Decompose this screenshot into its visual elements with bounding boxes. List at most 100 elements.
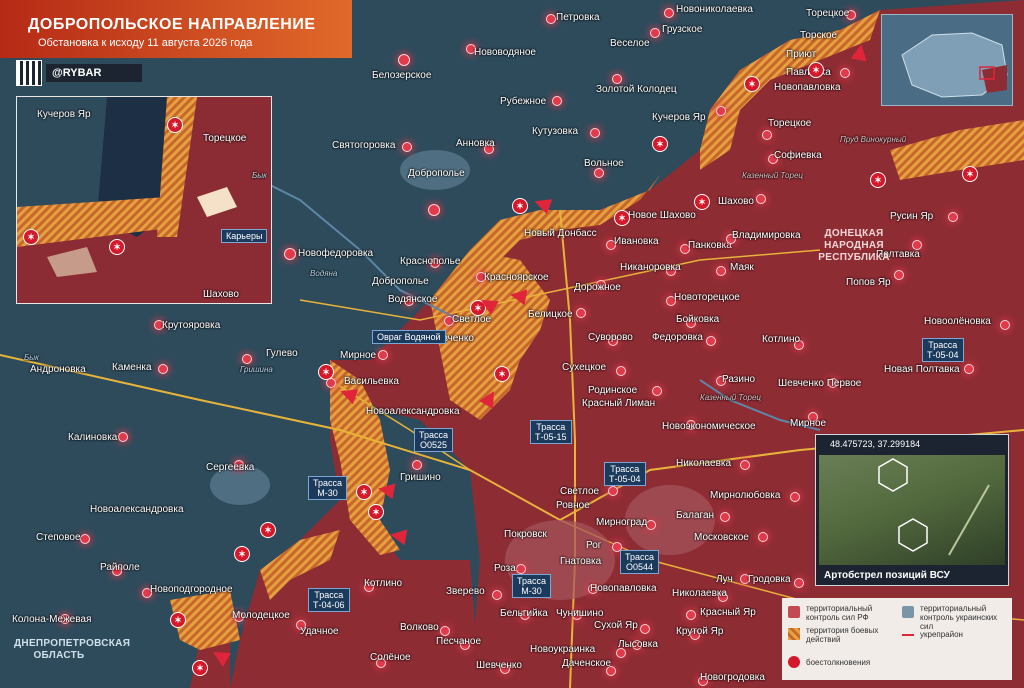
photo-panel[interactable]: 48.475723, 37.299184 Артобстрел позиций … (815, 434, 1009, 586)
photo-markers (878, 458, 990, 556)
city-label: Маяк (730, 262, 754, 273)
highway-code: О0544 (625, 562, 654, 572)
city-marker (640, 624, 650, 634)
river-label: Бык (252, 171, 267, 180)
highway-o0525: Трасса О0525 (414, 428, 454, 452)
legend-swatch-clash (788, 656, 800, 668)
city-label: Котлино (364, 578, 403, 589)
city-label: Доброполье (408, 168, 465, 179)
city-label: Васильевка (344, 376, 399, 387)
city-label: Бельгийка (500, 608, 548, 619)
city-marker (412, 460, 422, 470)
city-marker (664, 8, 674, 18)
city-marker (552, 96, 562, 106)
highway-code: М-30 (317, 488, 338, 498)
city-label: Новоукраинка (530, 644, 596, 655)
river-label: Казенный Торец (700, 393, 761, 402)
city-label: Гнатовка (560, 556, 602, 567)
clash-icon: ✶ (494, 366, 510, 382)
city-label: Новоторецкое (674, 292, 740, 303)
attack-arrow-icon (508, 286, 528, 306)
city-marker (758, 532, 768, 542)
city-label: Гродовка (748, 574, 791, 585)
legend-swatch-ru (788, 606, 800, 618)
city-marker (740, 460, 750, 470)
city-marker (158, 364, 168, 374)
highway-t0406: Трасса Т-04-06 (308, 588, 350, 612)
highway-label: Трасса (625, 552, 655, 562)
city-label: Лысовка (618, 639, 658, 650)
city-label: Луч (716, 574, 733, 585)
city-marker (650, 28, 660, 38)
city-label: Русин Яр (890, 211, 934, 222)
city-marker (686, 610, 696, 620)
city-label: Новоалександровка (366, 406, 460, 417)
city-marker (720, 512, 730, 522)
city-marker (652, 386, 662, 396)
brand-badge[interactable]: @RYBAR (46, 64, 142, 82)
city-label: Колона-Межевая (12, 614, 92, 625)
city-label: Рубежное (500, 96, 547, 107)
legend-combat: территория боевых действий (806, 626, 879, 644)
city-marker (716, 106, 726, 116)
city-label: Ровное (556, 500, 590, 511)
city-label: Рог (586, 540, 602, 551)
highway-m30-south: Трасса М-30 (512, 574, 552, 598)
city-label: Панковка (688, 240, 732, 251)
city-label: Покровск (504, 529, 547, 540)
overview-map-shape (901, 32, 1008, 98)
river-label: Гришина (240, 365, 273, 374)
clash-icon: ✶ (870, 172, 886, 188)
city-label: Грузское (662, 24, 703, 35)
city-marker (594, 168, 604, 178)
city-label: Светлое (452, 314, 492, 325)
city-marker (948, 212, 958, 222)
city-label: Попов Яр (846, 277, 891, 288)
city-label: Николаевка (672, 588, 728, 599)
city-marker (440, 626, 450, 636)
city-label: Новоолёновка (924, 316, 991, 327)
city-label: Софиевка (774, 150, 822, 161)
city-label: Новая Полтавка (884, 364, 960, 375)
city-label: Андроновка (30, 364, 86, 375)
city-label: Владимировка (732, 230, 801, 241)
city-label: Золотой Колодец (596, 84, 677, 95)
city-label: Бойковка (676, 314, 720, 325)
clash-icon: ✶ (512, 198, 528, 214)
clash-icon: ✶ (167, 117, 183, 133)
city-marker (964, 364, 974, 374)
city-marker (284, 248, 296, 260)
photo-coordinates: 48.475723, 37.299184 (816, 435, 1008, 453)
zoom-inset-shapes (17, 97, 271, 303)
clash-icon: ✶ (23, 229, 39, 245)
city-label: Сергеевка (206, 462, 255, 473)
highway-code: Т-05-04 (927, 350, 959, 360)
clash-icon: ✶ (744, 76, 760, 92)
attack-arrow-icon (850, 42, 870, 62)
city-label: Доброполье (372, 276, 429, 287)
city-label: Красный Яр (700, 607, 756, 618)
city-label: Калиновка (68, 432, 118, 443)
city-label: Шевченко (476, 660, 522, 671)
city-label: Балаган (676, 510, 715, 521)
city-label: Волково (400, 622, 439, 633)
city-label: Николаевка (676, 458, 732, 469)
clash-icon: ✶ (170, 612, 186, 628)
city-label: Котлино (762, 334, 801, 345)
legend-ua: территориальный контроль украинских сил (920, 604, 998, 631)
city-label: Водянское (388, 294, 438, 305)
highway-label: Трасса (610, 464, 640, 474)
city-label: Новогродовка (700, 672, 765, 683)
city-marker (894, 270, 904, 280)
title-box: ДОБРОПОЛЬСКОЕ НАПРАВЛЕНИЕ Обстановка к и… (0, 0, 352, 58)
river-label: Водяна (310, 269, 338, 278)
river-label: Бык (24, 353, 39, 362)
legend-swatch-fort (902, 634, 914, 636)
city-label: Молодецкое (232, 610, 290, 621)
city-marker (242, 354, 252, 364)
city-label: Анновка (456, 138, 495, 149)
city-label: Крутояровка (162, 320, 221, 331)
city-label: Каменка (112, 362, 152, 373)
city-marker (706, 336, 716, 346)
city-marker (840, 68, 850, 78)
